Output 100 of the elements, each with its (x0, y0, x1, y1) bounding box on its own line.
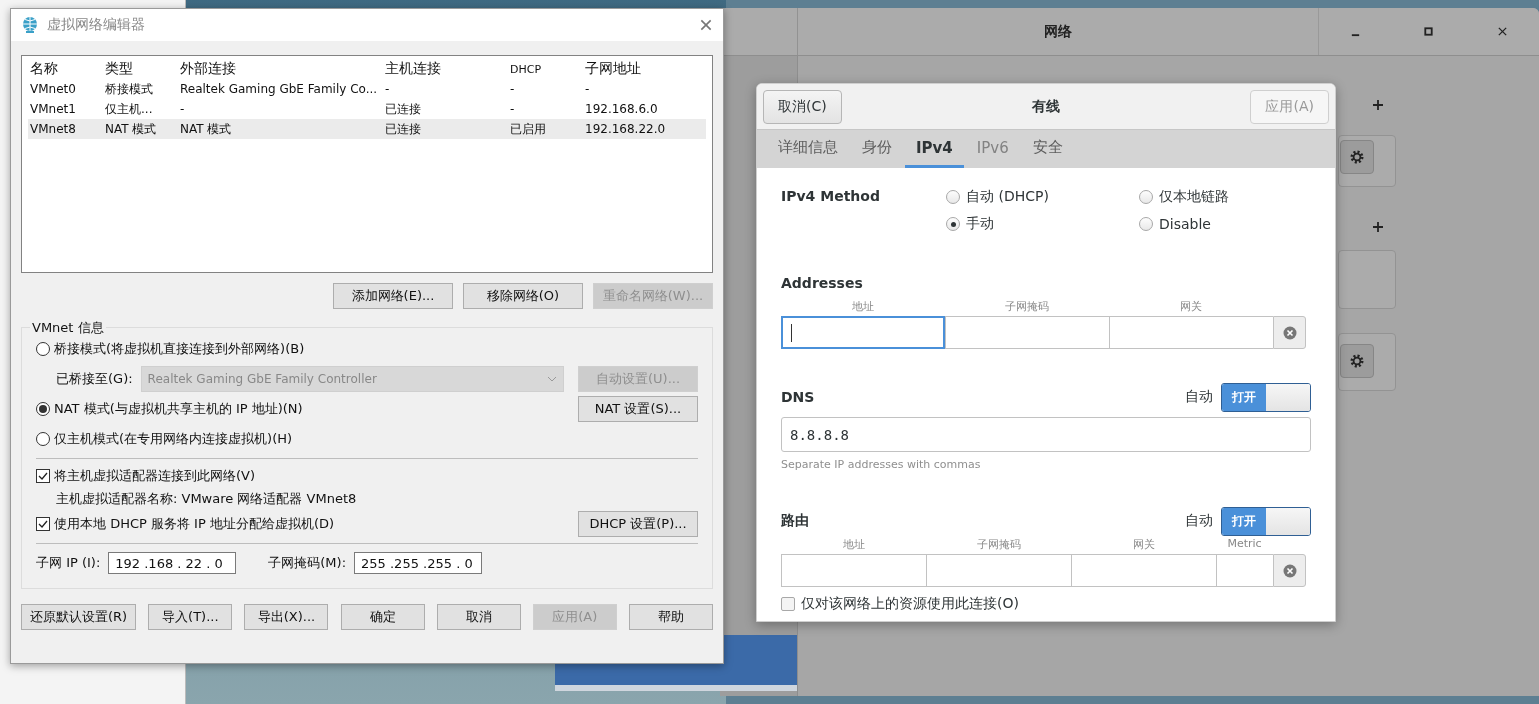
input-field[interactable] (926, 554, 1071, 587)
table-cell-text: - (384, 82, 391, 96)
column-header: 网关 (1179, 299, 1203, 314)
input-field[interactable] (1109, 316, 1273, 349)
column-header[interactable]: 外部连接 (178, 60, 383, 78)
dialog-title: 有线 (1031, 97, 1062, 116)
radio-label: Disable (1159, 216, 1211, 232)
column-header[interactable]: 名称 (28, 60, 103, 78)
method-label: IPv4 Method (781, 188, 881, 206)
table-row[interactable]: VMnet8 NAT 模式 NAT 模式 已连接 已启用 192.168.22.0 (28, 119, 706, 139)
checkbox-label: 将主机虚拟适配器连接到此网络(V) (54, 467, 256, 485)
button[interactable]: NAT 设置(S)... (578, 396, 698, 422)
table-cell-text: - (584, 82, 591, 96)
checkbox[interactable] (36, 469, 50, 483)
column-header[interactable]: 类型 (103, 60, 178, 78)
checkbox-label: 仅对该网络上的资源使用此连接(O) (801, 595, 1019, 613)
button[interactable]: DHCP 设置(P)... (578, 511, 698, 537)
radio-label: 仅本地链路 (1159, 188, 1229, 206)
settings-button[interactable] (1340, 344, 1374, 378)
dns-field[interactable]: 8.8.8.8 (781, 417, 1311, 452)
hint-text: Separate IP addresses with commas (781, 458, 982, 471)
column-header[interactable]: DHCP (508, 62, 583, 76)
section-title: Addresses (781, 275, 863, 291)
radio-button[interactable] (36, 432, 50, 446)
table-row[interactable]: VMnet0 桥接模式 Realtek Gaming GbE Family Co... - - - (28, 79, 706, 99)
table-row[interactable]: VMnet1 仅主机... - 已连接 - 192.168.6.0 (28, 99, 706, 119)
card-background (1338, 250, 1396, 309)
table-cell-text: VMnet1 (29, 102, 77, 116)
table-cell-text: 已连接 (384, 120, 422, 138)
remove-button[interactable] (1273, 316, 1306, 349)
button[interactable]: 帮助 (628, 604, 713, 630)
button[interactable]: 移除网络(O) (463, 283, 583, 309)
clear-icon (1282, 325, 1297, 340)
radio-label: 仅主机模式(在专用网络内连接虚拟机)(H) (54, 430, 293, 448)
auto-label: 自动 (1185, 388, 1213, 406)
close-icon[interactable] (1496, 26, 1508, 37)
column-header: 地址 (841, 537, 866, 552)
input-field[interactable] (781, 316, 945, 349)
button[interactable]: 还原默认设置(R) (21, 604, 137, 630)
window-title: 虚拟网络编辑器 (47, 16, 146, 34)
input-field[interactable] (945, 316, 1109, 349)
radio-label: 手动 (966, 215, 994, 233)
table-cell-text: Realtek Gaming GbE Family Co... (179, 82, 379, 96)
add-icon[interactable] (1372, 221, 1384, 233)
table-cell-text: - (179, 102, 186, 116)
input-field[interactable] (1216, 554, 1273, 587)
radio-button[interactable] (1139, 217, 1153, 231)
table-cell-text: - (509, 102, 516, 116)
gear-icon (1350, 354, 1364, 368)
radio-button[interactable] (1139, 190, 1153, 204)
input-field[interactable] (1071, 554, 1216, 587)
column-header: 网关 (1131, 537, 1156, 552)
close-icon[interactable] (699, 18, 713, 32)
input-field[interactable] (781, 554, 926, 587)
table-cell-text: NAT 模式 (179, 120, 233, 138)
checkbox[interactable] (36, 517, 50, 531)
tab[interactable]: 详细信息 (767, 130, 849, 168)
remove-button[interactable] (1273, 554, 1306, 587)
button[interactable]: 添加网络(E)... (333, 283, 453, 309)
radio-label: 桥接模式(将虚拟机直接连接到外部网络)(B) (54, 340, 305, 358)
checkbox[interactable] (781, 597, 795, 611)
section-title: DNS (781, 389, 815, 405)
radio-button[interactable] (946, 190, 960, 204)
table-cell-text: VMnet0 (29, 82, 77, 96)
table-cell-text: NAT 模式 (104, 120, 158, 138)
column-header[interactable]: 子网地址 (583, 60, 698, 78)
table-cell-text: 已连接 (384, 100, 422, 118)
tab[interactable]: IPv4 (905, 130, 964, 168)
checkbox-label: 使用本地 DHCP 服务将 IP 地址分配给虚拟机(D) (54, 515, 335, 533)
button[interactable]: 导入(T)... (148, 604, 233, 630)
settings-button[interactable] (1340, 140, 1374, 174)
radio-button[interactable] (36, 342, 50, 356)
ip-field[interactable]: 192 .168 . 22 . 0 (108, 552, 237, 574)
column-header[interactable]: 主机连接 (383, 60, 508, 78)
field-label: 子网 IP (I): (36, 554, 101, 572)
mask-field[interactable]: 255 .255 .255 . 0 (354, 552, 483, 574)
auto-label: 自动 (1185, 512, 1213, 530)
cancel-button[interactable]: 取消(C) (763, 89, 842, 124)
group-title: VMnet 信息 (30, 319, 106, 337)
button[interactable]: 取消 (436, 604, 521, 630)
column-header: 子网掩码 (1004, 299, 1050, 314)
tab[interactable]: 安全 (1021, 130, 1074, 168)
field-label: 子网掩码(M): (268, 554, 347, 572)
radio-button[interactable] (946, 217, 960, 231)
caret-icon (547, 374, 557, 384)
radio-button[interactable] (36, 402, 50, 416)
table-cell-text: 仅主机... (104, 100, 154, 118)
button[interactable]: 导出(X)... (244, 604, 329, 630)
column-header: Metric (1226, 537, 1263, 552)
field-label: 已桥接至(G): (56, 370, 133, 388)
add-icon[interactable] (1372, 99, 1384, 111)
adapter-name-text: 主机虚拟适配器名称: VMware 网络适配器 VMnet8 (56, 490, 357, 508)
table-cell-text: 桥接模式 (104, 80, 154, 98)
maximize-icon[interactable] (1423, 26, 1435, 37)
tab[interactable]: 身份 (851, 130, 903, 168)
table-cell-text: 192.168.22.0 (584, 122, 667, 136)
radio-label: NAT 模式(与虚拟机共享主机的 IP 地址)(N) (54, 400, 303, 418)
radio-label: 自动 (DHCP) (966, 188, 1049, 206)
column-header: 地址 (851, 299, 875, 314)
button[interactable]: 确定 (340, 604, 425, 630)
